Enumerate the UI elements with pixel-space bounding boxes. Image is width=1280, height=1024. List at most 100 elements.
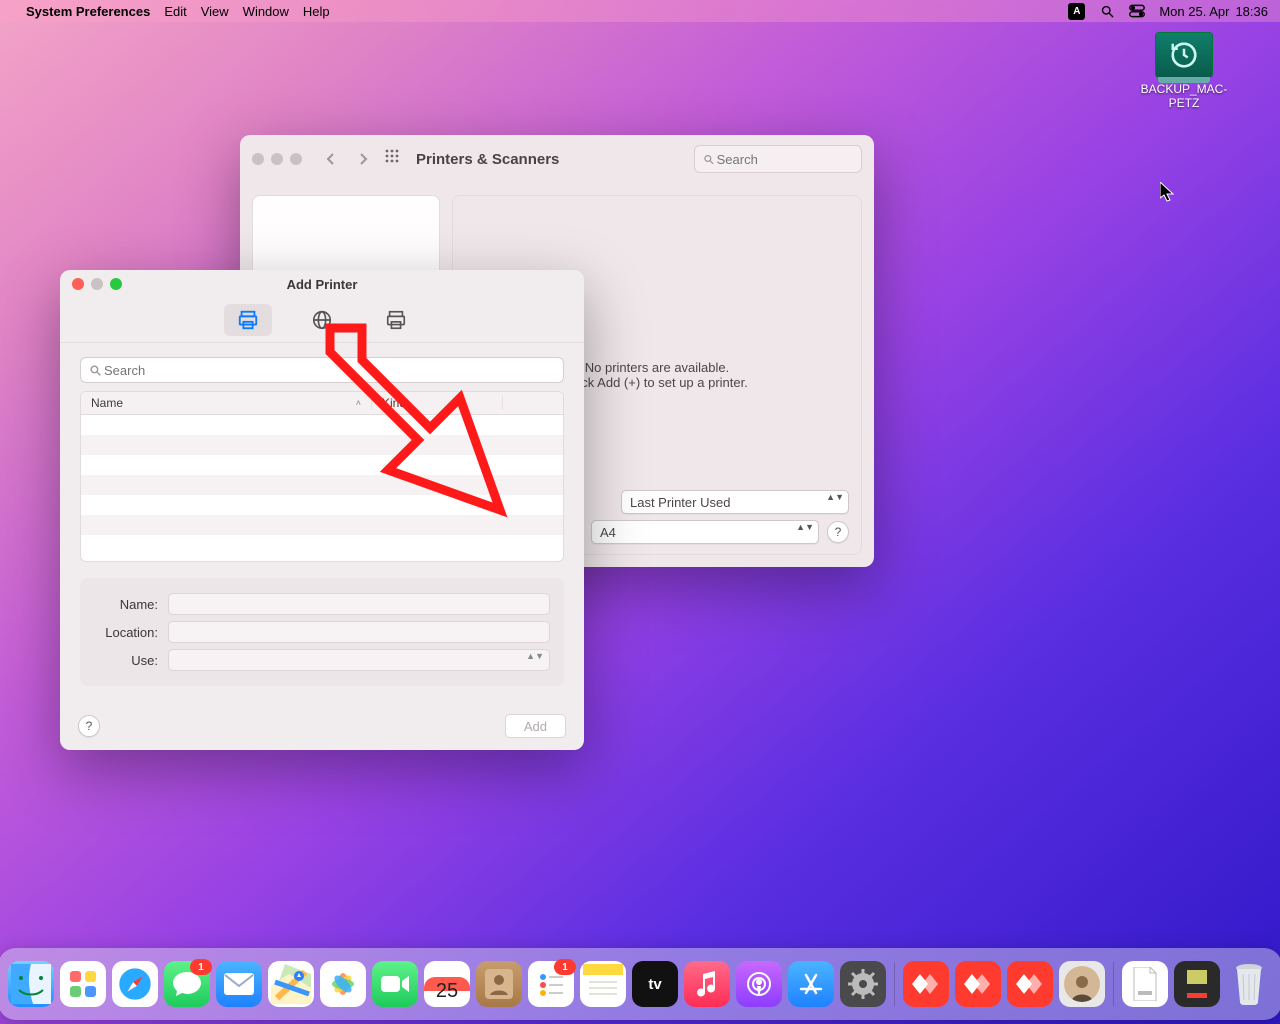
- no-printers-msg-1: No printers are available.: [585, 360, 730, 375]
- label-location: Location:: [94, 625, 158, 640]
- no-printers-msg-2: Click Add (+) to set up a printer.: [566, 375, 748, 390]
- globe-icon: [311, 309, 333, 331]
- dock-separator: [1113, 962, 1114, 1006]
- pref-close[interactable]: [252, 153, 264, 165]
- printer-outline-icon: [384, 309, 408, 331]
- dock-anydesk-2[interactable]: [955, 961, 1001, 1007]
- pref-zoom[interactable]: [290, 153, 302, 165]
- menu-window[interactable]: Window: [243, 4, 289, 19]
- dock-safari[interactable]: [112, 961, 158, 1007]
- dock-anydesk-3[interactable]: [1007, 961, 1053, 1007]
- messages-badge: 1: [190, 959, 212, 975]
- table-row: [81, 455, 563, 475]
- menu-view[interactable]: View: [201, 4, 229, 19]
- addp-search[interactable]: [80, 357, 564, 383]
- dock-document-2[interactable]: [1174, 961, 1220, 1007]
- desktop-drive-label: BACKUP_MAC-PETZ: [1136, 82, 1232, 110]
- menu-help[interactable]: Help: [303, 4, 330, 19]
- dock-tv[interactable]: tv: [632, 961, 678, 1007]
- cal-day: 25: [436, 980, 458, 1003]
- paper-size-select[interactable]: A4▲▼: [591, 520, 819, 544]
- table-row: [81, 435, 563, 455]
- forward-button[interactable]: [352, 148, 374, 170]
- tab-default-printer[interactable]: [224, 304, 272, 336]
- dock-mail[interactable]: [216, 961, 262, 1007]
- dock-calendar[interactable]: APR 25: [424, 961, 470, 1007]
- addp-minimize[interactable]: [91, 278, 103, 290]
- dock-trash[interactable]: [1226, 961, 1272, 1007]
- select-use[interactable]: ▲▼: [168, 649, 550, 671]
- pref-title: Printers & Scanners: [416, 151, 559, 168]
- dock-facetime[interactable]: [372, 961, 418, 1007]
- back-button[interactable]: [320, 148, 342, 170]
- default-printer-select[interactable]: Last Printer Used▲▼: [621, 490, 849, 514]
- tab-windows-printer[interactable]: [372, 304, 420, 336]
- addp-close[interactable]: [72, 278, 84, 290]
- dock-system-preferences[interactable]: [840, 961, 886, 1007]
- label-use: Use:: [94, 653, 158, 668]
- col-kind[interactable]: Kind: [372, 396, 503, 410]
- dock-music[interactable]: [684, 961, 730, 1007]
- app-menu[interactable]: System Preferences: [26, 4, 150, 19]
- col-name[interactable]: Name˄: [81, 396, 372, 410]
- table-row: [81, 515, 563, 535]
- menu-edit[interactable]: Edit: [164, 4, 186, 19]
- dock-separator: [894, 962, 895, 1006]
- pref-search-input[interactable]: [715, 151, 853, 168]
- menubar-time[interactable]: 18:36: [1235, 4, 1268, 19]
- pref-titlebar: Printers & Scanners: [240, 135, 874, 183]
- table-body[interactable]: [81, 415, 563, 561]
- addp-zoom[interactable]: [110, 278, 122, 290]
- dock-finder[interactable]: [8, 961, 54, 1007]
- printer-icon: [236, 309, 260, 331]
- printer-table[interactable]: Name˄ Kind: [80, 391, 564, 562]
- dock-messages[interactable]: 1: [164, 961, 210, 1007]
- desktop-drive[interactable]: BACKUP_MAC-PETZ: [1136, 32, 1232, 110]
- keyboard-indicator[interactable]: A: [1068, 3, 1085, 20]
- input-location[interactable]: [168, 621, 550, 643]
- addp-help-button[interactable]: ?: [78, 715, 100, 737]
- dock-user-avatar[interactable]: [1059, 961, 1105, 1007]
- dock: 1 APR 25 1 tv: [0, 948, 1280, 1020]
- time-machine-disk-icon: [1155, 32, 1213, 78]
- addp-search-input[interactable]: [102, 362, 555, 379]
- spotlight-icon[interactable]: [1099, 3, 1115, 19]
- add-button[interactable]: Add: [505, 714, 566, 738]
- dock-reminders[interactable]: 1: [528, 961, 574, 1007]
- table-row: [81, 475, 563, 495]
- table-row: [81, 495, 563, 515]
- tab-ip-printer[interactable]: [298, 304, 346, 336]
- dock-maps[interactable]: [268, 961, 314, 1007]
- search-icon: [703, 153, 715, 166]
- menubar: System Preferences Edit View Window Help…: [0, 0, 1280, 22]
- dock-contacts[interactable]: [476, 961, 522, 1007]
- cal-month: APR: [441, 966, 454, 972]
- pref-traffic-lights: [252, 153, 302, 165]
- dock-launchpad[interactable]: [60, 961, 106, 1007]
- table-row: [81, 415, 563, 435]
- input-name[interactable]: [168, 593, 550, 615]
- printer-form: Name: Location: Use: ▲▼: [80, 578, 564, 686]
- addp-traffic-lights: [72, 278, 122, 290]
- label-name: Name:: [94, 597, 158, 612]
- addp-title: Add Printer: [60, 277, 584, 292]
- help-button[interactable]: ?: [827, 521, 849, 543]
- dock-podcasts[interactable]: [736, 961, 782, 1007]
- menubar-date[interactable]: Mon 25. Apr: [1159, 4, 1229, 19]
- cursor-icon: [1160, 182, 1178, 204]
- dock-appstore[interactable]: [788, 961, 834, 1007]
- add-printer-window[interactable]: Add Printer Name˄ Kind: [60, 270, 584, 750]
- search-icon: [89, 364, 102, 377]
- desktop: System Preferences Edit View Window Help…: [0, 0, 1280, 1024]
- pref-search[interactable]: [694, 145, 862, 173]
- dock-anydesk-1[interactable]: [903, 961, 949, 1007]
- table-row: [81, 535, 563, 555]
- dock-document-1[interactable]: [1122, 961, 1168, 1007]
- dock-photos[interactable]: [320, 961, 366, 1007]
- control-center-icon[interactable]: [1129, 3, 1145, 19]
- reminders-badge: 1: [554, 959, 576, 975]
- pref-minimize[interactable]: [271, 153, 283, 165]
- show-all-button[interactable]: [384, 148, 406, 170]
- dock-notes[interactable]: [580, 961, 626, 1007]
- table-header: Name˄ Kind: [81, 392, 563, 415]
